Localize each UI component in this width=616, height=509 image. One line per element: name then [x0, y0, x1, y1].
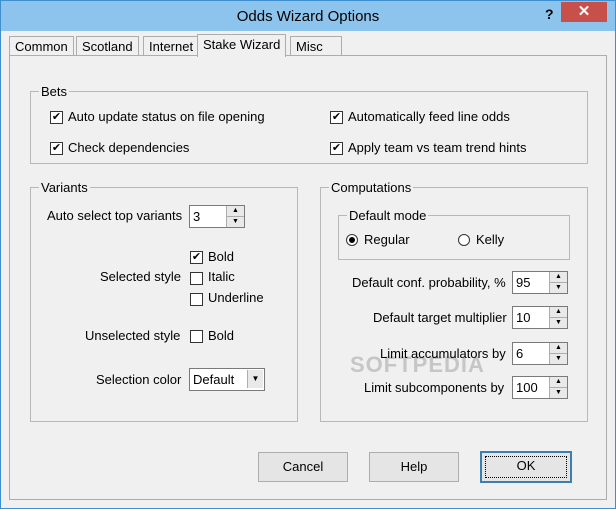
auto-update-label: Auto update status on file opening: [68, 109, 265, 124]
tab-stake-wizard[interactable]: Stake Wizard: [197, 34, 287, 57]
bets-legend: Bets: [41, 84, 68, 99]
chevron-down-icon[interactable]: ▼: [550, 388, 567, 398]
chevron-down-icon[interactable]: ▼: [227, 217, 244, 227]
tab-common[interactable]: Common: [9, 36, 74, 56]
auto-update-checkbox[interactable]: ✔: [50, 111, 63, 124]
close-button[interactable]: ✕: [561, 2, 607, 22]
check-dependencies-checkbox[interactable]: ✔: [50, 142, 63, 155]
target-multiplier-label: Default target multiplier: [373, 310, 507, 325]
unselected-style-label: Unselected style: [85, 328, 181, 343]
selection-color-label: Selection color: [96, 372, 182, 387]
chevron-up-icon[interactable]: ▲: [227, 206, 244, 217]
ok-button[interactable]: OK: [480, 451, 572, 483]
conf-probability-spinner[interactable]: 95 ▲ ▼: [512, 271, 568, 294]
chevron-up-icon[interactable]: ▲: [550, 272, 567, 283]
auto-select-label: Auto select top variants: [47, 208, 183, 223]
apply-trend-hints-checkbox[interactable]: ✔: [330, 142, 343, 155]
spinner-arrows: ▲ ▼: [226, 206, 244, 227]
window-title: Odds Wizard Options: [236, 8, 380, 25]
chevron-up-icon[interactable]: ▲: [550, 343, 567, 354]
selected-underline-label: Underline: [208, 290, 264, 305]
conf-probability-value[interactable]: 95: [516, 275, 530, 290]
tab-scotland[interactable]: Scotland: [76, 36, 139, 56]
kelly-radio[interactable]: [458, 234, 470, 246]
selected-italic-checkbox[interactable]: [190, 272, 203, 285]
limit-accumulators-value[interactable]: 6: [516, 346, 523, 361]
auto-select-spinner[interactable]: 3 ▲ ▼: [189, 205, 245, 228]
options-dialog: Odds Wizard Options ? ✕ Common Scotland …: [0, 0, 616, 509]
selected-style-label: Selected style: [100, 269, 181, 284]
chevron-up-icon[interactable]: ▲: [550, 307, 567, 318]
radio-dot: [349, 237, 355, 243]
selection-color-select[interactable]: Default ▼: [189, 368, 265, 391]
kelly-label: Kelly: [476, 232, 505, 247]
target-multiplier-value[interactable]: 10: [516, 310, 530, 325]
computations-legend: Computations: [331, 180, 412, 195]
auto-feed-odds-checkbox[interactable]: ✔: [330, 111, 343, 124]
selected-italic-label: Italic: [208, 269, 235, 284]
chevron-up-icon[interactable]: ▲: [550, 377, 567, 388]
apply-trend-hints-label: Apply team vs team trend hints: [348, 140, 527, 155]
selected-underline-checkbox[interactable]: [190, 293, 203, 306]
check-dependencies-label: Check dependencies: [68, 140, 190, 155]
spinner-arrows: ▲ ▼: [549, 343, 567, 364]
help-button[interactable]: Help: [369, 452, 459, 482]
limit-subcomponents-value[interactable]: 100: [516, 380, 538, 395]
dropdown-arrow-icon[interactable]: ▼: [247, 370, 263, 388]
regular-label: Regular: [364, 232, 410, 247]
limit-accumulators-label: Limit accumulators by: [380, 346, 506, 361]
title-bar: Odds Wizard Options ? ✕: [1, 1, 615, 31]
selection-color-value: Default: [193, 372, 235, 387]
selected-bold-label: Bold: [208, 249, 235, 264]
spinner-arrows: ▲ ▼: [549, 307, 567, 328]
spinner-arrows: ▲ ▼: [549, 272, 567, 293]
chevron-down-icon[interactable]: ▼: [550, 318, 567, 328]
spinner-arrows: ▲ ▼: [549, 377, 567, 398]
limit-subcomponents-spinner[interactable]: 100 ▲ ▼: [512, 376, 568, 399]
chevron-down-icon[interactable]: ▼: [550, 283, 567, 293]
auto-select-value[interactable]: 3: [193, 209, 200, 224]
help-icon[interactable]: ?: [545, 6, 554, 22]
tab-internet[interactable]: Internet: [143, 36, 200, 56]
unselected-bold-checkbox[interactable]: [190, 330, 203, 343]
default-mode-legend: Default mode: [349, 208, 427, 223]
target-multiplier-spinner[interactable]: 10 ▲ ▼: [512, 306, 568, 329]
auto-feed-odds-label: Automatically feed line odds: [348, 109, 510, 124]
variants-legend: Variants: [41, 180, 88, 195]
cancel-button[interactable]: Cancel: [258, 452, 348, 482]
limit-accumulators-spinner[interactable]: 6 ▲ ▼: [512, 342, 568, 365]
chevron-down-icon[interactable]: ▼: [550, 354, 567, 364]
tab-misc[interactable]: Misc: [290, 36, 342, 56]
conf-probability-label: Default conf. probability, %: [352, 275, 506, 290]
regular-radio[interactable]: [346, 234, 358, 246]
focus-rect: [485, 456, 567, 478]
tab-panel: SOFTPEDIA Bets ✔ Auto update status on f…: [9, 55, 607, 500]
selected-bold-checkbox[interactable]: ✔: [190, 251, 203, 264]
unselected-bold-label: Bold: [208, 328, 235, 343]
limit-subcomponents-label: Limit subcomponents by: [364, 380, 505, 395]
